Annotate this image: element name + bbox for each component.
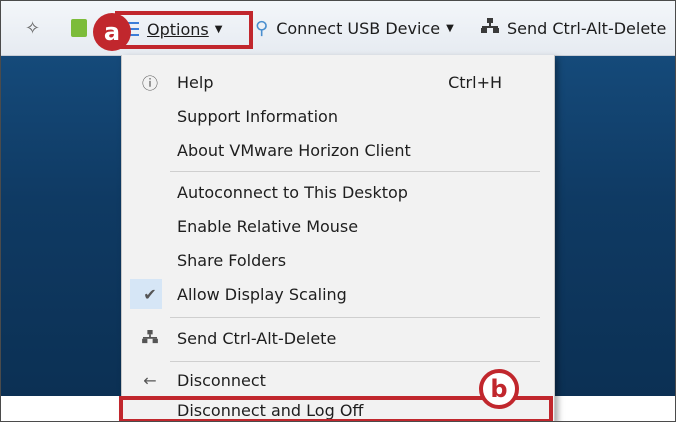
menu-item-label: Share Folders	[177, 250, 287, 270]
menu-item-autoconnect[interactable]: Autoconnect to This Desktop	[122, 175, 554, 209]
menu-item-label: Allow Display Scaling	[177, 284, 347, 304]
menu-item-relative-mouse[interactable]: Enable Relative Mouse	[122, 209, 554, 243]
menu-item-label: Send Ctrl-Alt-Delete	[177, 328, 337, 348]
pin-icon[interactable]: ✧	[25, 1, 40, 55]
menu-item-label: Disconnect	[177, 370, 266, 390]
usb-icon: ⚲	[255, 17, 269, 39]
send-ctrl-alt-delete-button[interactable]: Send Ctrl-Alt-Delete	[481, 1, 666, 55]
help-icon: ⓘ	[141, 74, 158, 93]
usb-label: Connect USB Device	[276, 18, 441, 38]
options-highlight-box	[115, 11, 253, 49]
menu-item-help[interactable]: ⓘ Help Ctrl+H	[122, 65, 554, 99]
menu-item-label: Autoconnect to This Desktop	[177, 182, 408, 202]
chevron-down-icon: ▼	[446, 22, 454, 34]
options-dropdown-menu: ⓘ Help Ctrl+H Support Information About …	[121, 55, 555, 421]
menu-item-label: Enable Relative Mouse	[177, 216, 359, 236]
shortcut-label: Ctrl+H	[448, 72, 502, 92]
menu-item-label: About VMware Horizon Client	[177, 140, 411, 160]
connect-usb-device-button[interactable]: ⚲ Connect USB Device ▼	[255, 1, 454, 55]
annotation-badge-b: b	[479, 369, 519, 409]
green-status-icon	[71, 19, 87, 37]
menu-item-share-folders[interactable]: Share Folders	[122, 243, 554, 277]
screenshot-frame: ✧ Options ▼ ⚲ Connect USB Device ▼ Send …	[0, 0, 676, 422]
cad-label: Send Ctrl-Alt-Delete	[507, 18, 667, 38]
menu-item-support-information[interactable]: Support Information	[122, 99, 554, 133]
menu-separator	[170, 317, 540, 318]
network-icon	[481, 18, 499, 38]
menu-item-send-ctrl-alt-delete[interactable]: Send Ctrl-Alt-Delete	[122, 321, 554, 355]
back-arrow-icon: ←	[143, 370, 157, 390]
menu-separator	[170, 171, 540, 172]
menu-item-display-scaling[interactable]: ✔ Allow Display Scaling	[122, 277, 554, 311]
menu-item-about[interactable]: About VMware Horizon Client	[122, 133, 554, 167]
menu-item-label: Help	[177, 72, 214, 92]
annotation-badge-a: a	[93, 13, 131, 51]
menu-item-label: Support Information	[177, 106, 338, 126]
network-icon	[140, 329, 160, 348]
menu-separator	[170, 361, 540, 362]
checkmark-icon: ✔	[143, 284, 157, 304]
